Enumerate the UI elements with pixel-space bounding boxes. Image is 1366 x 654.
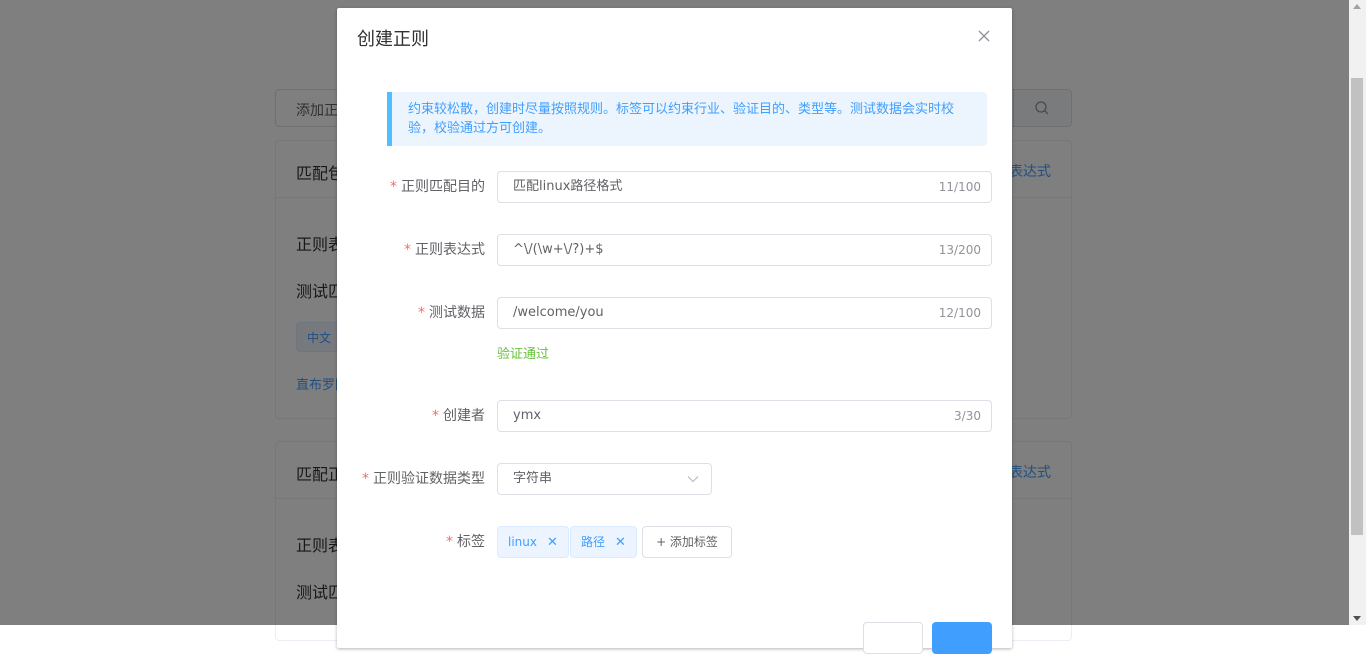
data-type-select[interactable]: 字符串 <box>497 463 712 495</box>
purpose-input[interactable]: 匹配linux路径格式 11/100 <box>497 171 992 203</box>
form-item-tags: * 标签 linux ✕ 路径 ✕ + 添加标签 <box>357 526 992 558</box>
alert-text: 约束较松散，创建时尽量按照规则。标签可以约束行业、验证目的、类型等。测试数据会实… <box>408 102 955 136</box>
required-mark: * <box>418 305 425 321</box>
close-button[interactable] <box>976 28 992 44</box>
test-data-value: /welcome/you <box>513 305 604 320</box>
form-item-creator: * 创建者 ymx 3/30 <box>357 400 992 432</box>
test-data-label: * 测试数据 <box>418 305 485 321</box>
add-tag-button[interactable]: + 添加标签 <box>642 526 732 558</box>
creator-char-count: 3/30 <box>954 409 981 423</box>
scroll-up-arrow-icon[interactable] <box>1353 4 1361 9</box>
regex-label: * 正则表达式 <box>404 242 485 258</box>
scrollbar-thumb[interactable] <box>1351 78 1363 535</box>
tag-close-icon[interactable]: ✕ <box>547 528 558 558</box>
form-item-regex: * 正则表达式 ^\/(\w+\/?)+$ 13/200 <box>357 234 992 266</box>
required-mark: * <box>362 471 369 487</box>
data-type-label: * 正则验证数据类型 <box>362 471 485 487</box>
test-data-input[interactable]: /welcome/you 12/100 <box>497 297 992 329</box>
test-data-char-count: 12/100 <box>938 306 981 320</box>
close-icon <box>978 30 990 42</box>
purpose-char-count: 11/100 <box>938 180 981 194</box>
tag-item: linux ✕ <box>497 526 569 558</box>
form-item-test-data: * 测试数据 /welcome/you 12/100 验证通过 <box>357 297 992 367</box>
form-item-purpose: * 正则匹配目的 匹配linux路径格式 11/100 <box>357 171 992 203</box>
regex-value: ^\/(\w+\/?)+$ <box>513 242 604 257</box>
tag-label: 路径 <box>581 535 606 549</box>
dialog-title: 创建正则 <box>357 29 429 50</box>
required-mark: * <box>404 242 411 258</box>
page-scrollbar[interactable] <box>1349 0 1366 625</box>
tag-label: linux <box>508 535 537 549</box>
required-mark: * <box>390 179 397 195</box>
creator-value: ymx <box>513 408 542 423</box>
data-type-value: 字符串 <box>513 471 553 486</box>
tags-label: * 标签 <box>446 534 485 550</box>
info-alert: 约束较松散，创建时尽量按照规则。标签可以约束行业、验证目的、类型等。测试数据会实… <box>387 92 987 146</box>
required-mark: * <box>446 534 453 550</box>
chevron-down-icon <box>687 476 699 483</box>
regex-char-count: 13/200 <box>938 243 981 257</box>
regex-input[interactable]: ^\/(\w+\/?)+$ 13/200 <box>497 234 992 266</box>
tag-item: 路径 ✕ <box>570 526 637 558</box>
scroll-down-arrow-icon[interactable] <box>1353 616 1361 621</box>
create-regex-dialog: 创建正则 约束较松散，创建时尽量按照规则。标签可以约束行业、验证目的、类型等。测… <box>337 8 1012 654</box>
purpose-value: 匹配linux路径格式 <box>513 179 623 194</box>
required-mark: * <box>432 408 439 424</box>
validation-message: 验证通过 <box>497 347 550 362</box>
creator-label: * 创建者 <box>432 408 485 424</box>
purpose-label: * 正则匹配目的 <box>390 179 485 195</box>
tag-close-icon[interactable]: ✕ <box>615 528 626 558</box>
creator-input[interactable]: ymx 3/30 <box>497 400 992 432</box>
form-item-data-type: * 正则验证数据类型 字符串 <box>357 463 992 495</box>
cancel-button[interactable] <box>863 622 923 654</box>
confirm-button[interactable] <box>932 622 992 654</box>
